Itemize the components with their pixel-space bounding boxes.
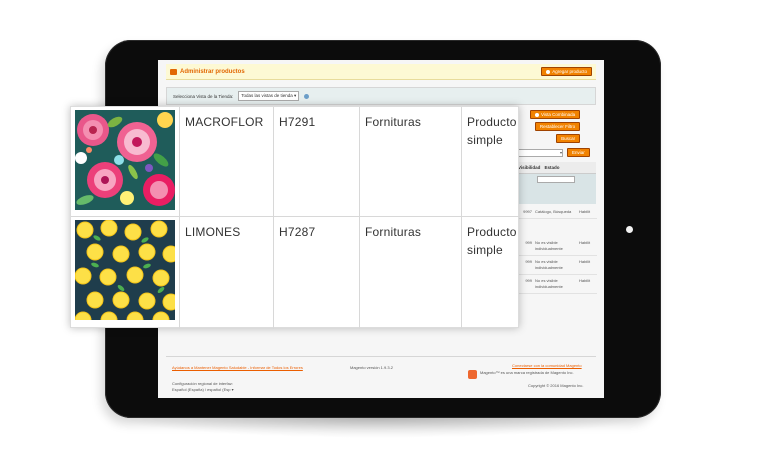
- store-switcher: Selecciona Vista de la Tienda: Todas las…: [166, 87, 596, 105]
- product-type: Producto simple: [467, 115, 517, 147]
- magento-logo-icon: [468, 370, 477, 379]
- store-view-select[interactable]: Todas las vistas de tienda ▾: [238, 91, 300, 101]
- grid-actions: Vista Combinada Restablecer Filtro Busca…: [530, 110, 581, 143]
- table-row[interactable]: MACROFLOR H7291 Fornituras Producto simp…: [71, 107, 520, 217]
- product-name: LIMONES: [180, 217, 274, 329]
- product-attribute-set: Fornituras: [360, 107, 462, 216]
- row-status: Habilit: [579, 259, 591, 264]
- grid-header: Visibilidad Estado: [516, 162, 596, 174]
- locale-select[interactable]: Español (España) / español (Esp ▾: [172, 387, 234, 393]
- row-status: Habilit: [579, 240, 591, 245]
- mass-action-row: ▾ Enviar: [513, 148, 590, 157]
- send-button[interactable]: Enviar: [567, 148, 590, 157]
- plus-icon: [535, 112, 539, 117]
- interface-locale: Configuración regional de interfaz: Espa…: [172, 381, 234, 393]
- store-view-label: Selecciona Vista de la Tienda:: [173, 93, 234, 99]
- magento-version: Magento versión 1.9.3.2: [350, 365, 393, 370]
- row-status: Habilit: [579, 209, 591, 214]
- table-row[interactable]: 999 No es visible individualmente Habili…: [513, 256, 597, 275]
- product-name: MACROFLOR: [180, 107, 274, 216]
- copyright-text: Copyright © 2016 Magento Inc.: [528, 383, 584, 388]
- add-product-label: Agregar producto: [552, 69, 587, 74]
- page-title: Administrar productos: [170, 68, 245, 75]
- tablet-home-button: [626, 226, 633, 233]
- report-bugs-link[interactable]: Ayúdanos a Mantener Magento Saludable - …: [172, 365, 322, 371]
- page-header: Administrar productos Agregar producto: [166, 64, 596, 80]
- send-label: Enviar: [572, 150, 585, 155]
- row-visibility: Catálogo, Búsqueda: [535, 209, 572, 214]
- row-visibility: No es visible individualmente: [535, 259, 563, 270]
- grid-rows: 9997 Catálogo, Búsqueda Habilit 999 No e…: [513, 206, 597, 294]
- help-icon[interactable]: [304, 93, 310, 99]
- product-attribute-set: Fornituras: [360, 217, 462, 329]
- visibility-filter-select[interactable]: [537, 176, 575, 183]
- page-title-text: Administrar productos: [180, 68, 245, 75]
- product-sku: H7287: [274, 217, 360, 329]
- combined-view-button[interactable]: Vista Combinada: [530, 110, 581, 119]
- reset-filter-button[interactable]: Restablecer Filtro: [534, 122, 581, 131]
- locale-value: Español (España) / español (Esp: [172, 387, 231, 392]
- search-label: Buscar: [561, 136, 576, 141]
- stage: Administrar productos Agregar producto S…: [0, 0, 774, 460]
- product-image-cell: [71, 107, 180, 216]
- products-icon: [170, 68, 177, 75]
- combined-view-label: Vista Combinada: [541, 112, 576, 117]
- column-status[interactable]: Estado: [542, 162, 561, 173]
- product-image-cell: [71, 217, 180, 329]
- floral-pattern-swatch: [75, 110, 175, 210]
- product-popout-table: MACROFLOR H7291 Fornituras Producto simp…: [70, 106, 520, 329]
- product-sku: H7291: [274, 107, 360, 216]
- table-row[interactable]: 999 No es visible individualmente Habili…: [513, 237, 597, 256]
- lemon-pattern-swatch: [75, 220, 175, 320]
- row-visibility: No es visible individualmente: [535, 240, 563, 251]
- admin-footer: Ayúdanos a Mantener Magento Saludable - …: [166, 356, 596, 398]
- trademark-text: Magento™ es una marca registrada de Mage…: [480, 370, 574, 375]
- product-type: Producto simple: [467, 225, 517, 257]
- reset-filter-label: Restablecer Filtro: [539, 124, 576, 129]
- table-row[interactable]: 9997 Catálogo, Búsqueda Habilit: [513, 206, 597, 219]
- table-row[interactable]: LIMONES H7287 Fornituras Producto simple: [71, 217, 520, 329]
- search-button[interactable]: Buscar: [556, 134, 581, 143]
- row-visibility: No es visible individualmente: [535, 278, 563, 289]
- community-link[interactable]: Conectarse con la comunidad Magento: [512, 363, 582, 368]
- store-view-value: Todas las vistas de tienda: [241, 93, 293, 98]
- mass-action-select[interactable]: ▾: [513, 148, 563, 157]
- row-status: Habilit: [579, 278, 591, 283]
- table-row[interactable]: 999 No es visible individualmente Habili…: [513, 275, 597, 294]
- add-product-button[interactable]: Agregar producto: [541, 67, 592, 76]
- plus-icon: [546, 69, 551, 74]
